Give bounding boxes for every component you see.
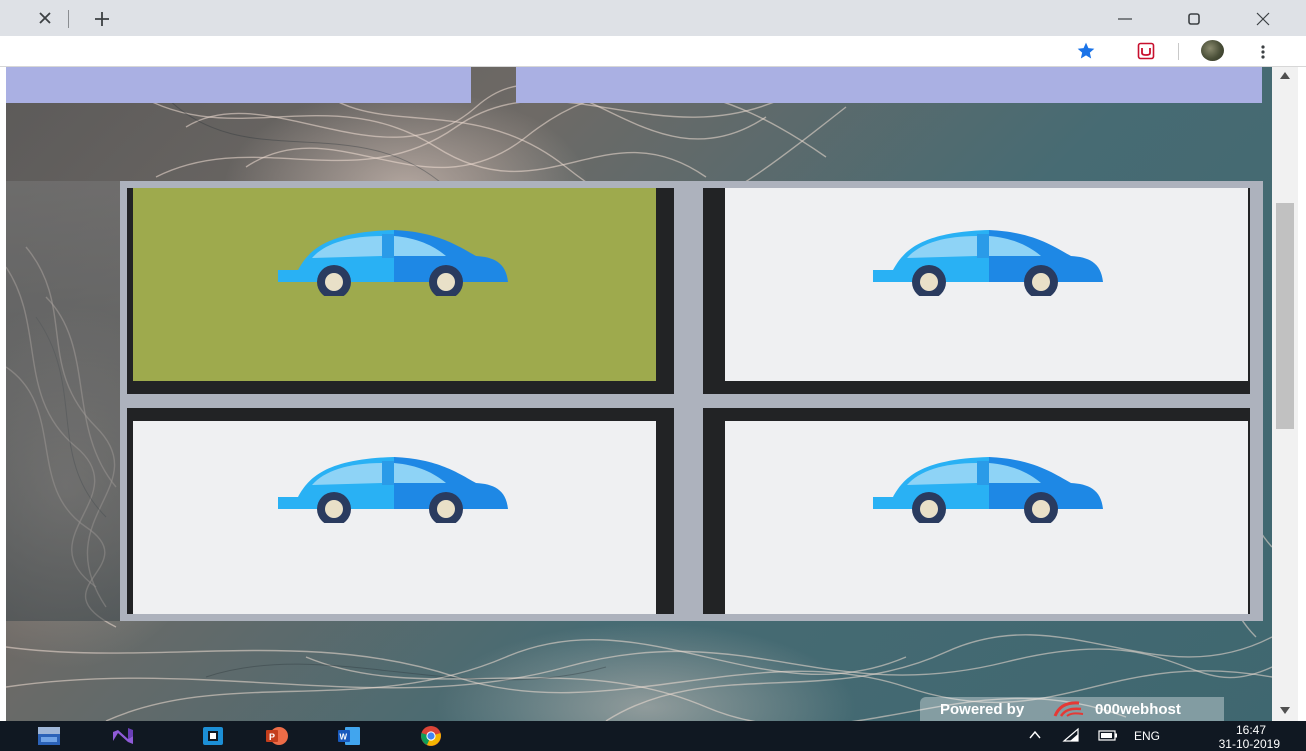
codeblocks-icon[interactable] [201, 725, 225, 747]
page-viewport [6, 67, 1272, 721]
car-icon [873, 230, 1103, 296]
browser-toolbar [0, 36, 1306, 67]
window-close-icon[interactable] [1252, 8, 1274, 30]
memory-card-4[interactable] [703, 408, 1250, 614]
word-icon[interactable]: W [337, 725, 361, 747]
close-icon[interactable] [36, 9, 54, 27]
car-icon [873, 457, 1103, 523]
scroll-down-arrow-icon[interactable] [1280, 707, 1290, 715]
scroll-up-arrow-icon[interactable] [1280, 71, 1290, 79]
battery-icon[interactable] [1098, 730, 1118, 741]
maximize-icon[interactable] [1183, 8, 1205, 30]
windows-taskbar: P W ENG 16:47 31-10-2019 [0, 721, 1306, 751]
extension-icon[interactable] [1137, 42, 1155, 60]
navbar-left-segment [6, 67, 471, 103]
clock-time[interactable]: 16:47 [1206, 723, 1266, 737]
powered-by-badge[interactable]: Powered by 000webhost [920, 697, 1224, 721]
car-icon [278, 457, 508, 523]
menu-icon[interactable] [1258, 42, 1268, 62]
toolbar-divider [1178, 43, 1179, 60]
memory-card-1[interactable] [127, 188, 674, 394]
scroll-thumb[interactable] [1276, 203, 1294, 429]
memory-card-3[interactable] [127, 408, 674, 614]
minimize-icon[interactable] [1114, 8, 1136, 30]
powerpoint-icon[interactable]: P [265, 725, 289, 747]
bookmark-star-icon[interactable] [1076, 41, 1096, 61]
show-hidden-icons-chevron-icon[interactable] [1028, 729, 1042, 741]
memory-game-board [120, 181, 1263, 621]
navbar-right-segment [516, 67, 1262, 103]
language-indicator[interactable]: ENG [1134, 729, 1160, 743]
tab-divider [68, 10, 69, 28]
page-scrollbar[interactable] [1272, 67, 1298, 721]
profile-avatar[interactable] [1201, 40, 1224, 61]
devc-icon[interactable] [37, 725, 61, 747]
powered-by-brand: 000webhost [1095, 701, 1181, 718]
chrome-icon[interactable] [419, 725, 443, 747]
left-background-band [6, 181, 120, 621]
browser-tab-strip [0, 0, 1306, 36]
memory-card-2[interactable] [703, 188, 1250, 394]
visual-studio-icon[interactable] [111, 725, 135, 747]
svg-text:P: P [269, 732, 275, 742]
new-tab-icon[interactable] [92, 9, 112, 29]
powered-by-label: Powered by [940, 701, 1025, 718]
car-icon [278, 230, 508, 296]
webhost-logo-icon [1053, 701, 1084, 717]
wifi-icon[interactable] [1062, 727, 1080, 743]
clock-date[interactable]: 31-10-2019 [1186, 737, 1280, 751]
svg-text:W: W [340, 733, 348, 742]
